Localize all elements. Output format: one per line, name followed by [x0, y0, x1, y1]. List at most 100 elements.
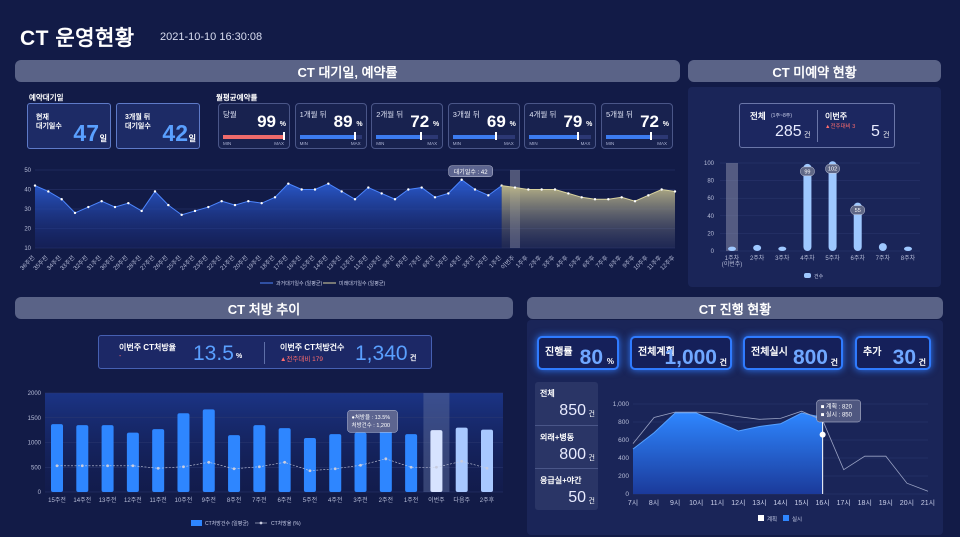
rate-point [106, 464, 109, 468]
rate-point [232, 467, 236, 471]
data-point [407, 188, 410, 191]
x-tick-label: 16시 [816, 499, 830, 507]
legend-swatch [804, 273, 811, 278]
current-week-band [726, 163, 738, 251]
data-point [167, 203, 170, 207]
progress-card: 전체계획 1,000 건 [630, 336, 732, 370]
x-tick-label: 9주전 [202, 496, 216, 504]
tick-label: 80 [707, 179, 714, 185]
x-tick-label: 8주전 [394, 254, 410, 270]
rate-point [308, 469, 312, 473]
x-tick-label: 이번주 [499, 253, 517, 271]
x-tick-label: 5주전 [434, 254, 450, 270]
rate-point [435, 465, 438, 469]
gauge-track [606, 135, 668, 139]
data-point [473, 188, 477, 191]
tick-label: 500 [31, 465, 42, 471]
progress-card: 추가 30 건 [855, 336, 931, 370]
data-point [140, 209, 143, 213]
tick-label: 100 [704, 161, 715, 167]
data-point [207, 205, 210, 209]
data-point [567, 192, 570, 195]
gauge-unit: % [432, 121, 440, 128]
prescription-count-label: 이번주 CT처방건수 [280, 343, 345, 352]
tooltip: ■ 계획 : 820■ 실시 : 850 [816, 399, 861, 423]
gauge-min: MIN [299, 141, 308, 146]
x-tick-label: 5주차 [825, 254, 840, 262]
x-tick-label: 14시 [773, 499, 787, 507]
side-item-unit: 건 [588, 498, 595, 505]
future-wait-unit: 일 [188, 134, 196, 143]
legend-label: 미래대기일수 (일평균) [339, 280, 385, 287]
bar [329, 434, 342, 492]
gauge-marker [649, 132, 652, 140]
gauge-fill [606, 135, 651, 139]
data-point [220, 200, 223, 203]
data-point [607, 198, 610, 201]
legend-swatch-actual [783, 515, 789, 521]
gauge-track [376, 135, 439, 139]
x-tick-label: 10시 [689, 499, 703, 507]
progress-card-title: 전체실시 [751, 347, 788, 358]
x-tick-label: 17시 [837, 499, 851, 507]
data-point [153, 190, 157, 193]
data-point [620, 196, 623, 199]
progress-card-value: 800 [792, 346, 828, 369]
future-wait-card: 3개월 뒤 대기일수 42 일 [116, 103, 200, 149]
legend-label: 실시 [792, 515, 802, 523]
data-point [47, 190, 50, 193]
gauge-fill [452, 135, 496, 139]
bar [778, 246, 787, 251]
x-tick-label: 2주전 [474, 254, 490, 270]
progress-card: 진행률 80 % [537, 336, 619, 370]
page-title: CT 운영현황 [20, 27, 135, 50]
bar [728, 246, 736, 251]
current-wait-unit: 일 [99, 134, 107, 143]
legend-swatch [191, 520, 202, 526]
prescription-chart: 0 500 1000 1500 2000 15주전 14주전 13주전 12주전 11주전 10주전… [28, 391, 503, 527]
x-tick-label: 12주후 [658, 253, 677, 272]
gauge-unit: % [662, 121, 669, 128]
prescription-rate-value: 13.5 [193, 342, 234, 365]
x-tick-label: 1주후 [514, 253, 530, 269]
tick-label: 0 [38, 490, 42, 496]
gauge-card: 1개월 뒤 89 % MIN MAX [294, 103, 367, 149]
future-wait-value: 42 [162, 120, 188, 146]
x-tick-label: 12주전 [124, 496, 142, 504]
bar-label: 99 [804, 169, 810, 175]
y-tick-label: 200 [618, 473, 629, 480]
gauge-marker [419, 132, 422, 140]
bar [430, 430, 443, 492]
section-prescription-title: CT 처방 추이 [15, 297, 513, 319]
data-point [87, 205, 90, 209]
bar [202, 409, 215, 492]
progress-card-title: 추가 [863, 347, 882, 358]
data-point [367, 186, 370, 189]
x-tick-label: 2주전 [379, 496, 393, 504]
section-progress-title: CT 진행 현황 [527, 297, 943, 319]
data-point [340, 190, 343, 193]
y-tick-label: 0 [625, 491, 629, 498]
gauge-value: 99 [257, 112, 276, 131]
x-tick-label: 4주전 [447, 254, 463, 270]
gauge-fill [299, 135, 355, 139]
progress-card-value: 1,000 [664, 346, 717, 369]
progress-card-value: 30 [892, 346, 916, 369]
tick-label: 50 [24, 168, 31, 174]
data-point [60, 198, 63, 201]
x-tick-label: 2주차 [750, 254, 765, 262]
gauge-marker [283, 132, 286, 140]
gauge-value: 79 [563, 112, 583, 131]
x-tick-label: 21시 [921, 499, 935, 507]
data-point [73, 211, 77, 215]
rate-point [460, 459, 464, 463]
waiting-days-label: 예약대기일 [29, 93, 64, 102]
bar [803, 163, 812, 251]
unbooked-total-unit: 건 [804, 132, 811, 139]
unbooked-total-value: 285 [775, 123, 802, 140]
data-point [647, 194, 650, 197]
x-tick-label: 8시 [649, 499, 659, 507]
data-point [460, 178, 463, 181]
tick-label: 0 [711, 249, 715, 255]
rate-point [55, 464, 59, 468]
